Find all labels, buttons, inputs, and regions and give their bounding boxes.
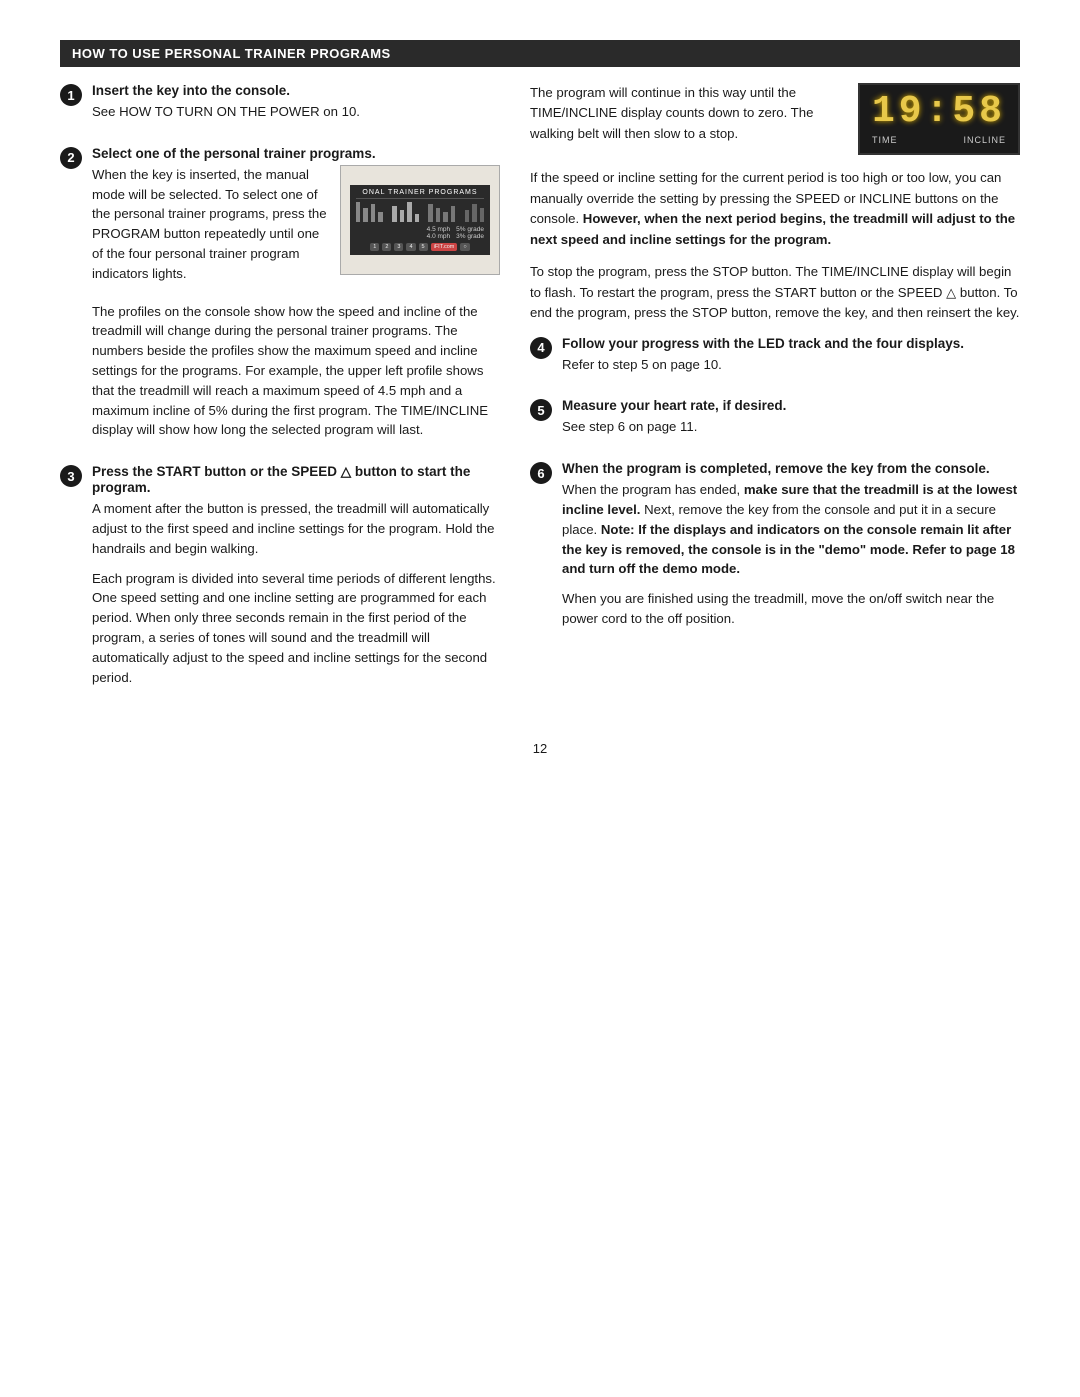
led-time-label: TIME	[872, 135, 898, 145]
step-4-content: Follow your progress with the LED track …	[562, 336, 1020, 385]
speed2-label: 4.0 mph	[427, 233, 451, 240]
console-image: ONAL TRAINER PROGRAMS	[340, 165, 500, 275]
step-3-number: 3	[60, 464, 82, 697]
step-1-body: See HOW TO TURN ON THE POWER on 10.	[92, 102, 500, 122]
page-number: 12	[60, 741, 1020, 756]
brand-button: iFIT.com	[431, 243, 458, 251]
step-4-title: Follow your progress with the LED track …	[562, 336, 1020, 351]
step-1-content: Insert the key into the console. See HOW…	[92, 83, 500, 132]
console-title-label: ONAL TRAINER PROGRAMS	[356, 189, 484, 199]
step-2-body-after: The profiles on the console show how the…	[92, 302, 500, 441]
page-header: HOW TO USE PERSONAL TRAINER PROGRAMS	[60, 40, 1020, 67]
step-2-inner: When the key is inserted, the manual mod…	[92, 165, 500, 294]
step-2-number: 2	[60, 146, 82, 450]
right-column: The program will continue in this way un…	[530, 83, 1020, 711]
speed1-label: 4.5 mph	[427, 226, 451, 233]
right-intro-p3: To stop the program, press the STOP butt…	[530, 262, 1020, 323]
grade2-label: 3% grade	[456, 233, 484, 240]
step-6-body2: When you are finished using the treadmil…	[562, 589, 1020, 629]
step-3-body2: Each program is divided into several tim…	[92, 569, 500, 688]
step-2-body-before: When the key is inserted, the manual mod…	[92, 165, 328, 284]
step-5-content: Measure your heart rate, if desired. See…	[562, 398, 1020, 447]
led-incline-label: INCLINE	[963, 135, 1006, 145]
right-intro-p2: If the speed or incline setting for the …	[530, 168, 1020, 250]
grade1-label: 5% grade	[456, 226, 484, 233]
step-3-body1: A moment after the button is pressed, th…	[92, 499, 500, 558]
step-4: 4 Follow your progress with the LED trac…	[530, 336, 1020, 385]
left-column: 1 Insert the key into the console. See H…	[60, 83, 500, 711]
led-display: 19:58 TIME INCLINE	[858, 83, 1020, 155]
step-5-body: See step 6 on page 11.	[562, 417, 1020, 437]
step-3: 3 Press the START button or the SPEED △ …	[60, 464, 500, 697]
step-5: 5 Measure your heart rate, if desired. S…	[530, 398, 1020, 447]
step-2: 2 Select one of the personal trainer pro…	[60, 146, 500, 450]
step-6: 6 When the program is completed, remove …	[530, 461, 1020, 639]
step-1-title: Insert the key into the console.	[92, 83, 500, 98]
display-and-intro: The program will continue in this way un…	[530, 83, 1020, 156]
step-3-content: Press the START button or the SPEED △ bu…	[92, 464, 500, 697]
step-1: 1 Insert the key into the console. See H…	[60, 83, 500, 132]
step-4-number: 4	[530, 336, 552, 385]
led-digits: 19:58	[872, 93, 1006, 131]
step-2-content: Select one of the personal trainer progr…	[92, 146, 500, 450]
step-2-title: Select one of the personal trainer progr…	[92, 146, 500, 161]
step-6-number: 6	[530, 461, 552, 639]
led-labels: TIME INCLINE	[872, 135, 1006, 145]
step-4-body: Refer to step 5 on page 10.	[562, 355, 1020, 375]
step-5-title: Measure your heart rate, if desired.	[562, 398, 1020, 413]
step-6-title: When the program is completed, remove th…	[562, 461, 1020, 476]
step-6-body: When the program has ended, make sure th…	[562, 480, 1020, 579]
step-6-content: When the program is completed, remove th…	[562, 461, 1020, 639]
console-profiles	[356, 202, 484, 222]
right-intro-p1: The program will continue in this way un…	[530, 83, 832, 144]
step-5-number: 5	[530, 398, 552, 447]
step-3-title: Press the START button or the SPEED △ bu…	[92, 464, 500, 495]
step-1-number: 1	[60, 83, 82, 132]
